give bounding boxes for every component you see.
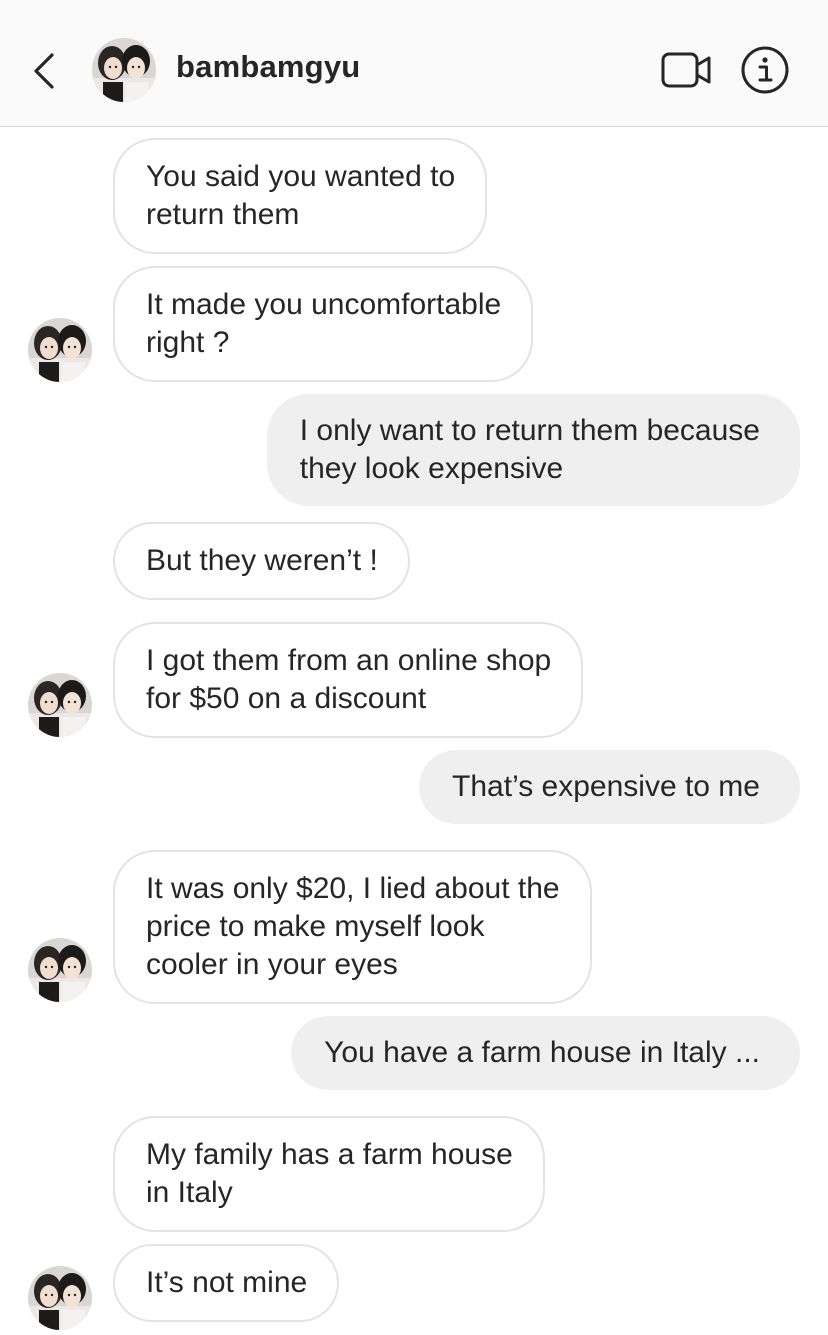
avatar[interactable]	[28, 938, 92, 1002]
sent-message[interactable]: That’s expensive to me	[419, 750, 800, 824]
received-message[interactable]: I got them from an online shop for $50 o…	[113, 622, 584, 738]
info-button[interactable]	[741, 46, 789, 94]
chat-username[interactable]: bambamgyu	[176, 49, 360, 85]
sender-photo	[28, 318, 92, 382]
avatar[interactable]	[92, 38, 156, 102]
sender-photo	[28, 1266, 92, 1330]
sender-photo	[28, 938, 92, 1002]
avatar[interactable]	[28, 318, 92, 382]
sent-message[interactable]: I only want to return them because they …	[266, 394, 800, 506]
video-call-button[interactable]	[660, 50, 714, 90]
back-button[interactable]	[26, 48, 62, 94]
chat-header: bambamgyu	[0, 0, 828, 127]
chevron-left-icon	[34, 53, 54, 89]
profile-photo	[92, 38, 156, 102]
received-message[interactable]: It’s not mine	[113, 1244, 340, 1322]
received-message[interactable]: It was only $20, I lied about the price …	[113, 850, 592, 1004]
received-message[interactable]: It made you uncomfortable right ?	[113, 266, 534, 382]
received-message[interactable]: My family has a farm house in Italy	[113, 1116, 545, 1232]
sender-photo	[28, 673, 92, 737]
video-camera-icon	[661, 52, 711, 88]
avatar[interactable]	[28, 1266, 92, 1330]
received-message[interactable]: You said you wanted to return them	[113, 138, 488, 254]
info-icon	[741, 46, 789, 94]
sent-message[interactable]: You have a farm house in Italy ...	[291, 1016, 800, 1090]
avatar[interactable]	[28, 673, 92, 737]
received-message[interactable]: But they weren’t !	[113, 522, 410, 600]
